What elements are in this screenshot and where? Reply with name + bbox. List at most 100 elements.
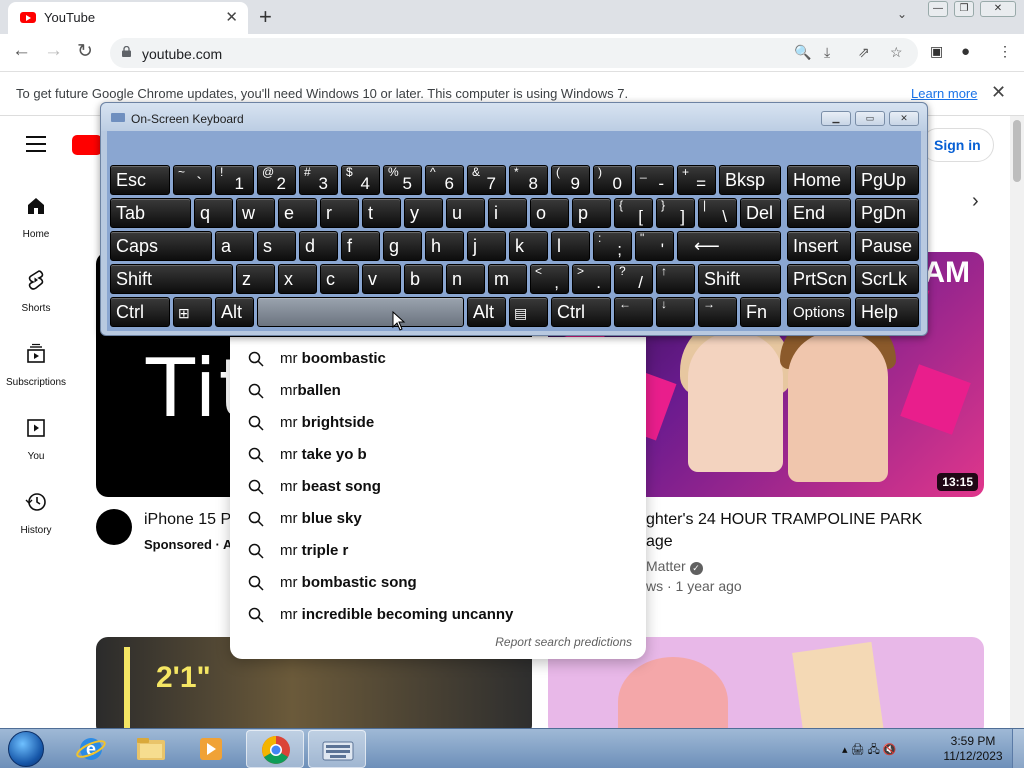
taskbar-chrome[interactable] <box>246 730 304 768</box>
key-tilde[interactable]: ~ ` <box>173 165 212 195</box>
key-options[interactable]: Options <box>787 297 851 327</box>
key-2[interactable]: @2 <box>257 165 296 195</box>
key-i[interactable]: i <box>488 198 527 228</box>
key-insert[interactable]: Insert <box>787 231 851 261</box>
key-x[interactable]: x <box>278 264 317 294</box>
key-c[interactable]: c <box>320 264 359 294</box>
start-button[interactable] <box>8 731 44 767</box>
key-k[interactable]: k <box>509 231 548 261</box>
key-6[interactable]: ^ 6 <box>425 165 464 195</box>
video-title-2-line2[interactable]: age <box>646 533 673 551</box>
osk-titlebar[interactable]: On-Screen Keyboard ▁ ▭ ✕ <box>101 103 927 131</box>
show-desktop-button[interactable] <box>1012 729 1024 768</box>
taskbar-media-player[interactable] <box>182 730 240 768</box>
key-space[interactable] <box>257 297 464 327</box>
key-help[interactable]: Help <box>855 297 919 327</box>
key-minus[interactable]: _ - <box>635 165 674 195</box>
key-3[interactable]: #3 <box>299 165 338 195</box>
key-o[interactable]: o <box>530 198 569 228</box>
key-backslash[interactable]: | \ <box>698 198 737 228</box>
video-title-2-line1[interactable]: ghter's 24 HOUR TRAMPOLINE PARK <box>646 511 922 529</box>
profile-icon[interactable]: ● <box>961 43 970 60</box>
infobar-close-icon[interactable]: ✕ <box>991 82 1006 103</box>
address-bar[interactable]: youtube.com 🔍 ⤓ ⇗ ☆ <box>110 38 918 68</box>
menu-icon[interactable] <box>26 136 46 157</box>
bookmark-star-icon[interactable]: ☆ <box>890 44 903 61</box>
key-m[interactable]: m <box>488 264 527 294</box>
learn-more-link[interactable]: Learn more <box>911 86 977 101</box>
nav-history[interactable]: History <box>0 490 72 536</box>
new-tab-button[interactable]: + <box>259 4 272 30</box>
key-prtscn[interactable]: PrtScn <box>787 264 851 294</box>
tab-youtube[interactable]: YouTube ✕ <box>8 2 248 34</box>
key-a[interactable]: a <box>215 231 254 261</box>
key-caps[interactable]: Caps <box>110 231 212 261</box>
key-right-arrow[interactable]: → <box>698 297 737 327</box>
key-w[interactable]: w <box>236 198 275 228</box>
key-n[interactable]: n <box>446 264 485 294</box>
key-pgdn[interactable]: PgDn <box>855 198 919 228</box>
page-scrollbar[interactable] <box>1010 116 1024 728</box>
suggestion-item[interactable]: mr incredible becoming uncanny <box>230 599 646 631</box>
key-z[interactable]: z <box>236 264 275 294</box>
taskbar-internet-explorer[interactable]: e <box>62 730 120 768</box>
suggestion-item[interactable]: mr brightside <box>230 407 646 439</box>
key-0[interactable]: ) 0 <box>593 165 632 195</box>
key-f[interactable]: f <box>341 231 380 261</box>
scrollbar-thumb[interactable] <box>1013 120 1021 182</box>
key-7[interactable]: & 7 <box>467 165 506 195</box>
key-9[interactable]: (9 <box>551 165 590 195</box>
key-5[interactable]: % 5 <box>383 165 422 195</box>
youtube-logo[interactable] <box>72 135 102 155</box>
key-h[interactable]: h <box>425 231 464 261</box>
suggestion-item[interactable]: mr boombastic <box>230 343 646 375</box>
key-end[interactable]: End <box>787 198 851 228</box>
nav-subscriptions[interactable]: Subscriptions <box>0 342 72 388</box>
key-windows[interactable]: ⊞ <box>173 297 212 327</box>
key-4[interactable]: $4 <box>341 165 380 195</box>
key-right-shift[interactable]: Shift <box>698 264 781 294</box>
suggestion-item[interactable]: mrballen <box>230 375 646 407</box>
suggestion-item[interactable]: mr beast song <box>230 471 646 503</box>
key-close-bracket[interactable]: }] <box>656 198 695 228</box>
key-g[interactable]: g <box>383 231 422 261</box>
taskbar-file-explorer[interactable] <box>122 730 180 768</box>
key-1[interactable]: ! 1 <box>215 165 254 195</box>
key-8[interactable]: * 8 <box>509 165 548 195</box>
key-r[interactable]: r <box>320 198 359 228</box>
key-slash[interactable]: ? / <box>614 264 653 294</box>
key-p[interactable]: p <box>572 198 611 228</box>
key-semicolon[interactable]: :; <box>593 231 632 261</box>
side-panel-icon[interactable]: ▣ <box>930 43 943 60</box>
key-menu[interactable]: ▤ <box>509 297 548 327</box>
key-u[interactable]: u <box>446 198 485 228</box>
key-open-bracket[interactable]: {[ <box>614 198 653 228</box>
forward-arrow-icon[interactable]: → <box>44 40 63 62</box>
osk-close-button[interactable]: ✕ <box>889 111 919 126</box>
key-quote[interactable]: " ' <box>635 231 674 261</box>
key-t[interactable]: t <box>362 198 401 228</box>
nav-home[interactable]: Home <box>0 194 72 240</box>
suggestion-item[interactable]: mr take yo b <box>230 439 646 471</box>
tab-search-chevron-icon[interactable]: ⌄ <box>897 7 907 21</box>
minimize-window-button[interactable]: — <box>928 1 948 17</box>
system-clock[interactable]: 3:59 PM 11/12/2023 <box>940 734 1006 764</box>
close-tab-icon[interactable]: ✕ <box>225 8 238 26</box>
key-equals[interactable]: + = <box>677 165 716 195</box>
share-icon[interactable]: ⇗ <box>858 44 870 61</box>
key-s[interactable]: s <box>257 231 296 261</box>
key-v[interactable]: v <box>362 264 401 294</box>
key-esc[interactable]: Esc <box>110 165 170 195</box>
key-left-shift[interactable]: Shift <box>110 264 233 294</box>
nav-you[interactable]: You <box>0 416 72 462</box>
key-j[interactable]: j <box>467 231 506 261</box>
key-backspace[interactable]: Bksp <box>719 165 781 195</box>
key-fn[interactable]: Fn <box>740 297 781 327</box>
nav-shorts[interactable]: Shorts <box>0 268 72 314</box>
key-home[interactable]: Home <box>787 165 851 195</box>
video-title-1[interactable]: iPhone 15 P <box>144 511 231 529</box>
key-left-arrow[interactable]: ← <box>614 297 653 327</box>
key-y[interactable]: y <box>404 198 443 228</box>
suggestion-item[interactable]: mr bombastic song <box>230 567 646 599</box>
key-tab[interactable]: Tab <box>110 198 191 228</box>
